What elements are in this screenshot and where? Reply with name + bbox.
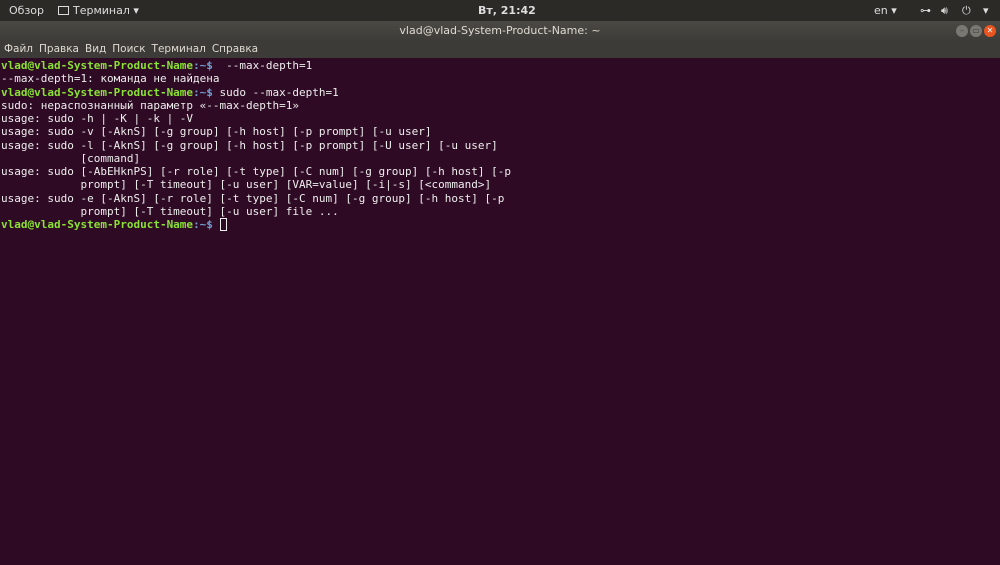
line-text: usage: sudo -l [-AknS] [-g group] [-h ho… xyxy=(1,138,498,152)
output-line: usage: sudo -h | -K | -k | -V xyxy=(1,112,1000,125)
prompt-path: :~$ xyxy=(193,85,213,99)
line-text: usage: sudo -h | -K | -k | -V xyxy=(1,112,194,125)
app-menu[interactable]: Терминал ▾ xyxy=(58,4,139,17)
line-text: [command] xyxy=(1,151,141,165)
output-line: --max-depth=1: команда не найдена xyxy=(1,72,1000,85)
clock[interactable]: Вт, 21:42 xyxy=(478,4,536,17)
output-line: usage: sudo -l [-AknS] [-g group] [-h ho… xyxy=(1,139,1000,152)
activities-button[interactable]: Обзор xyxy=(9,4,44,17)
prompt-user: vlad@vlad-System-Product-Name xyxy=(1,59,194,72)
line-text: --max-depth=1 xyxy=(212,59,313,72)
cursor xyxy=(219,218,227,231)
app-menu-label: Терминал xyxy=(73,4,130,17)
prompt-line: vlad@vlad-System-Product-Name:~$ xyxy=(1,218,1000,231)
window-titlebar: vlad@vlad-System-Product-Name: ~ xyxy=(0,21,1000,40)
menu-item[interactable]: Терминал xyxy=(152,43,206,55)
language-label: en xyxy=(874,4,888,17)
top-panel: Обзор Терминал ▾ Вт, 21:42 en ▾ ⊶ 🔊︎ ⏻ ▾ xyxy=(0,0,1000,21)
prompt-line: vlad@vlad-System-Product-Name:~$ sudo --… xyxy=(1,86,1000,99)
output-line: usage: sudo -e [-AknS] [-r role] [-t typ… xyxy=(1,192,1000,205)
menu-item[interactable]: Файл xyxy=(4,43,33,55)
chevron-down-icon: ▾ xyxy=(133,4,139,17)
prompt-user: vlad@vlad-System-Product-Name xyxy=(1,218,194,231)
menu-bar: Файл Правка Вид Поиск Терминал Справка xyxy=(0,40,1000,58)
menu-item[interactable]: Справка xyxy=(212,43,258,55)
prompt-path: :~$ xyxy=(193,218,213,231)
line-text xyxy=(213,218,220,231)
menu-item[interactable]: Поиск xyxy=(112,43,145,55)
output-line: [command] xyxy=(1,152,1000,165)
line-text: usage: sudo -v [-AknS] [-g group] [-h ho… xyxy=(1,125,432,139)
window-title: vlad@vlad-System-Product-Name: ~ xyxy=(399,24,601,37)
volume-icon[interactable]: 🔊︎ xyxy=(941,4,948,18)
line-text: sudo --max-depth=1 xyxy=(212,85,339,99)
maximize-button[interactable]: ▭ xyxy=(970,25,982,37)
minimize-button[interactable]: – xyxy=(956,25,968,37)
terminal-icon xyxy=(58,6,69,15)
output-line: usage: sudo -v [-AknS] [-g group] [-h ho… xyxy=(1,125,1000,138)
language-indicator[interactable]: en ▾ xyxy=(874,4,897,17)
line-text: prompt] [-T timeout] [-u user] [VAR=valu… xyxy=(1,178,492,192)
system-menu-chevron-icon[interactable]: ▾ xyxy=(983,4,989,17)
line-text: usage: sudo [-AbEHknPS] [-r role] [-t ty… xyxy=(1,165,511,178)
line-text: prompt] [-T timeout] [-u user] file ... xyxy=(1,204,339,218)
prompt-path: :~$ xyxy=(193,59,213,72)
output-line: prompt] [-T timeout] [-u user] [VAR=valu… xyxy=(1,178,1000,191)
output-line: prompt] [-T timeout] [-u user] file ... xyxy=(1,205,1000,218)
output-line: sudo: нераспознанный параметр «--max-dep… xyxy=(1,99,1000,112)
power-icon[interactable]: ⏻ xyxy=(962,4,971,18)
terminal-output[interactable]: vlad@vlad-System-Product-Name:~$ --max-d… xyxy=(0,58,1000,565)
prompt-line: vlad@vlad-System-Product-Name:~$ --max-d… xyxy=(1,59,1000,72)
menu-item[interactable]: Правка xyxy=(39,43,79,55)
prompt-user: vlad@vlad-System-Product-Name xyxy=(1,85,194,99)
line-text: sudo: нераспознанный параметр «--max-dep… xyxy=(1,98,300,112)
line-text: usage: sudo -e [-AknS] [-r role] [-t typ… xyxy=(1,191,505,205)
network-icon[interactable]: ⊶ xyxy=(920,4,931,17)
menu-item[interactable]: Вид xyxy=(85,43,106,55)
output-line: usage: sudo [-AbEHknPS] [-r role] [-t ty… xyxy=(1,165,1000,178)
line-text: --max-depth=1: команда не найдена xyxy=(1,72,220,86)
close-button[interactable]: ✕ xyxy=(984,25,996,37)
